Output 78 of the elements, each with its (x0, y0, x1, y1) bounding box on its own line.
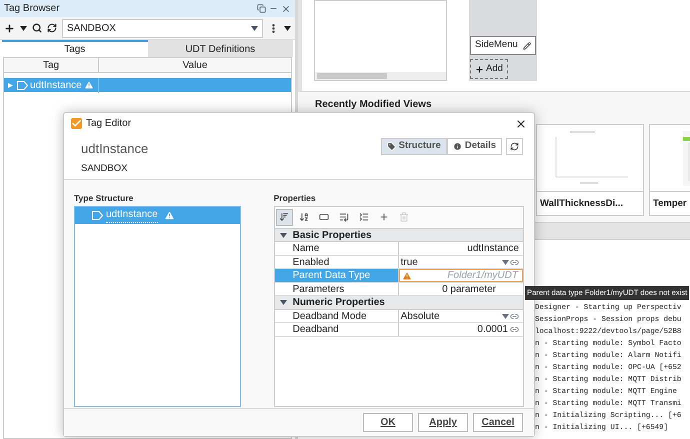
section-heading: Properties (274, 192, 317, 205)
property-value: udtInstance (467, 242, 520, 256)
expand-list-icon (339, 212, 350, 222)
sort-button[interactable] (276, 208, 293, 226)
view-card[interactable]: WallThicknessDi... (536, 124, 644, 216)
view-toggle[interactable]: Details (446, 138, 502, 155)
sort-icon (279, 212, 290, 222)
field-icon (319, 212, 330, 222)
info-icon (452, 142, 462, 151)
link-icon[interactable] (510, 325, 519, 334)
trash-icon (399, 212, 410, 222)
add-icon[interactable] (4, 22, 15, 34)
view-toggle[interactable]: Structure (380, 138, 447, 155)
tag-icon (17, 80, 28, 90)
close-icon[interactable] (515, 118, 527, 130)
property-row[interactable]: Name udtInstance (274, 242, 523, 256)
caret-icon[interactable] (251, 26, 258, 30)
property-name: Name (292, 242, 320, 256)
property-value: 0 parameter (442, 282, 497, 296)
dialog-button[interactable]: Cancel (473, 413, 523, 432)
panel-title: Tag Browser (4, 2, 60, 16)
property-group[interactable]: Basic Properties (274, 228, 523, 242)
tag-icon (386, 142, 396, 151)
caret-icon[interactable] (20, 26, 27, 30)
property-value: Absolute (400, 310, 440, 324)
view-name: WallThicknessDi... (539, 197, 624, 211)
section-heading: Type Structure (74, 192, 134, 205)
plus-icon (379, 212, 390, 222)
property-value: 0.0001 (477, 323, 508, 337)
add-button[interactable]: Add (470, 59, 508, 79)
dialog-button[interactable]: Apply (418, 413, 468, 432)
collapse-arrow-icon[interactable] (280, 300, 288, 305)
property-name: Enabled (292, 256, 330, 270)
tag-title: udtInstance (81, 140, 148, 158)
refresh-icon (510, 142, 519, 151)
tab[interactable]: UDT Definitions (148, 40, 293, 57)
search-icon[interactable] (32, 23, 42, 33)
property-name: Deadband (292, 323, 339, 337)
tree-label: udtInstance (106, 207, 158, 224)
provider-label: SANDBOX (81, 162, 128, 176)
restore-icon[interactable] (257, 4, 266, 13)
view-card[interactable]: Temper (649, 124, 690, 216)
refresh-button[interactable] (506, 138, 523, 155)
caret-icon[interactable] (284, 26, 291, 30)
dialog-button[interactable]: OK (363, 413, 413, 432)
property-value: Folder1/myUDT (447, 269, 518, 283)
provider-dropdown[interactable]: SANDBOX (62, 18, 263, 38)
property-group[interactable]: Numeric Properties (274, 296, 523, 310)
warning-icon (402, 270, 412, 280)
collapse-list-icon (359, 212, 370, 222)
dialog-title: Tag Editor (86, 117, 132, 131)
property-name: Deadband Mode (292, 310, 367, 324)
refresh-icon[interactable] (47, 23, 57, 33)
horizontal-scrollbar[interactable] (315, 72, 446, 80)
view-name: Temper (652, 197, 688, 211)
close-icon[interactable] (281, 4, 291, 14)
app-icon (71, 118, 82, 129)
link-icon[interactable] (510, 258, 519, 266)
tab[interactable]: Tags (2, 40, 148, 57)
plus-icon (475, 64, 484, 74)
tag-icon (92, 210, 103, 220)
column-header[interactable]: Tag (4, 58, 99, 72)
sort-alpha-icon (299, 212, 310, 222)
property-name: Parent Data Type (292, 269, 370, 283)
property-name: Parameters (292, 282, 344, 296)
property-value: true (400, 256, 418, 270)
property-row[interactable]: Deadband Mode Absolute (274, 310, 523, 324)
edit-icon[interactable] (523, 42, 531, 50)
property-row[interactable]: Deadband 0.0001 (274, 323, 523, 337)
menu-item[interactable]: SideMenu (470, 36, 536, 55)
section-heading: Recently Modified Views (315, 98, 432, 112)
expand-arrow-icon[interactable] (8, 82, 15, 88)
group-label: Basic Properties (292, 228, 372, 242)
column-header[interactable]: Value (99, 58, 291, 72)
collapse-arrow-icon[interactable] (280, 232, 288, 238)
link-icon[interactable] (510, 312, 519, 320)
tag-name: udtInstance (30, 78, 82, 92)
group-label: Numeric Properties (292, 296, 385, 310)
